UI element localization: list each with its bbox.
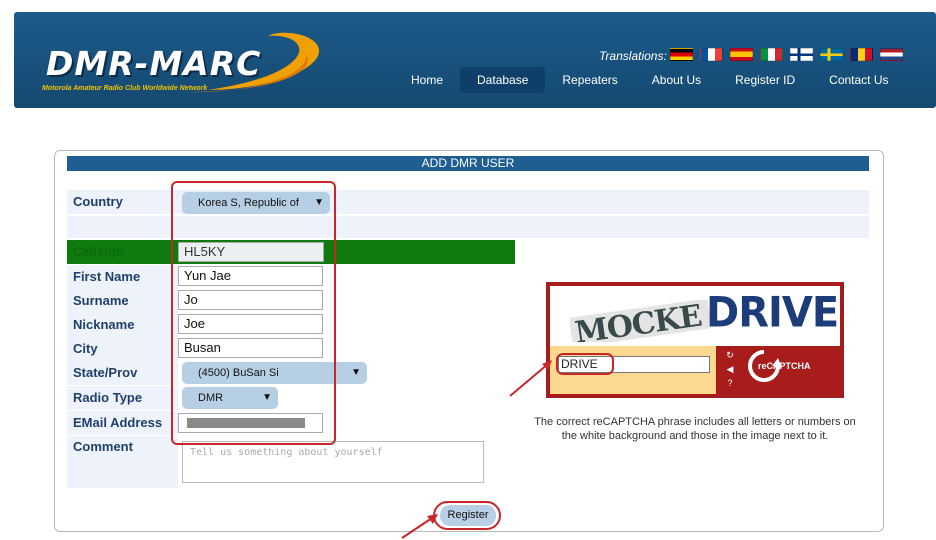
captcha-distorted-word: MOCKE — [570, 300, 710, 342]
refresh-icon[interactable]: ↻ — [724, 350, 736, 361]
dropdown-arrow-icon: ▼ — [351, 367, 361, 378]
city-label: City — [67, 337, 178, 361]
surname-label: Surname — [67, 289, 178, 313]
site-header: DMR-MARC Motorola Amateur Radio Club Wor… — [14, 12, 936, 108]
nav-contact-us[interactable]: Contact Us — [812, 67, 905, 93]
recaptcha-widget: MOCKE DRIVE DRIVE ↻ ◀ ? reCAPTCHA — [546, 282, 844, 398]
help-icon[interactable]: ? — [724, 378, 736, 389]
translations-label: Translations: — [599, 49, 667, 63]
nav-database[interactable]: Database — [460, 67, 546, 93]
captcha-input-area: DRIVE — [550, 346, 716, 394]
country-label: Country — [67, 190, 178, 214]
nav-about-us[interactable]: About Us — [635, 67, 718, 93]
fields-annotation-box — [171, 181, 336, 445]
captcha-instructions: The correct reCAPTCHA phrase includes al… — [534, 416, 856, 442]
dutch-flag-icon[interactable] — [880, 48, 903, 61]
comment-textarea[interactable]: Tell us something about yourself — [182, 441, 484, 483]
logo-title: DMR-MARC — [46, 44, 262, 83]
italian-flag-icon[interactable] — [760, 48, 783, 61]
state-label: State/Prov — [67, 361, 178, 385]
audio-icon[interactable]: ◀ — [724, 364, 736, 375]
comment-label: Comment — [67, 436, 178, 488]
captcha-arrow-icon — [509, 360, 552, 397]
captcha-word-2: DRIVE — [706, 288, 839, 338]
finnish-flag-icon[interactable] — [790, 48, 813, 61]
spanish-flag-icon[interactable] — [730, 48, 753, 61]
recaptcha-logo-icon: reCAPTCHA — [748, 350, 811, 382]
form-title: ADD DMR USER — [67, 156, 869, 171]
register-arrow-icon — [401, 514, 438, 539]
swedish-flag-icon[interactable] — [820, 48, 843, 61]
captcha-word-1: MOCKE — [573, 300, 704, 342]
captcha-image: MOCKE DRIVE — [550, 286, 840, 346]
nickname-label: Nickname — [67, 313, 178, 337]
captcha-controls: ↻ ◀ ? — [724, 350, 736, 389]
nav-repeaters[interactable]: Repeaters — [545, 67, 634, 93]
register-annotation — [433, 501, 501, 530]
recaptcha-brand: reCAPTCHA — [758, 361, 811, 371]
romanian-flag-icon[interactable] — [850, 48, 873, 61]
main-nav: Home Database Repeaters About Us Registe… — [394, 67, 906, 93]
callsign-label: Callsign — [73, 244, 124, 259]
label-spacer — [67, 216, 178, 238]
email-label: EMail Address — [67, 411, 178, 435]
german-flag-icon[interactable] — [670, 48, 693, 61]
flag-list — [670, 48, 903, 61]
nav-home[interactable]: Home — [394, 67, 460, 93]
dmr-marc-logo[interactable]: DMR-MARC Motorola Amateur Radio Club Wor… — [38, 32, 338, 98]
nav-register-id[interactable]: Register ID — [718, 67, 812, 93]
logo-subtitle: Motorola Amateur Radio Club Worldwide Ne… — [42, 85, 208, 92]
first-name-label: First Name — [67, 265, 178, 289]
captcha-input-annotation — [556, 353, 614, 375]
radio-type-label: Radio Type — [67, 386, 178, 410]
french-flag-icon[interactable] — [700, 48, 723, 61]
